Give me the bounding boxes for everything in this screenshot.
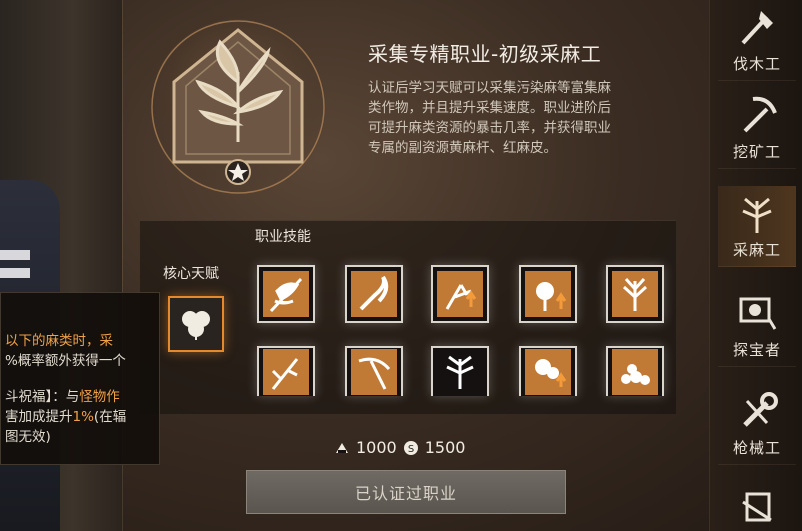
skill-slot[interactable]: [345, 346, 403, 396]
sidebar-tab-label: 伐木工: [732, 55, 781, 73]
scythe-icon: [351, 349, 397, 395]
svg-text:S: S: [408, 444, 414, 455]
tooltip-line: 以下的麻类时，采: [1, 331, 159, 351]
tooltip-text: (在辐: [93, 409, 127, 425]
skills-section-label: 职业技能: [255, 229, 311, 245]
skill-slot[interactable]: [257, 346, 315, 396]
sidebar-tab-label: 探宝者: [732, 341, 781, 359]
metal-detector-icon: [729, 286, 785, 339]
skill-slot[interactable]: [345, 265, 403, 323]
axe-icon: [729, 0, 785, 53]
tooltip-text: 以下的麻类时，采: [5, 333, 113, 349]
tooltip-line: 害加成提升1%(在辐: [1, 407, 159, 427]
blossom-upgrade-icon: [525, 349, 571, 395]
tooltip-highlight: 1%: [72, 409, 94, 425]
resource-amount: 1000: [356, 438, 397, 457]
jacket-stripe: [0, 268, 30, 278]
skill-slot[interactable]: [606, 346, 664, 396]
sidebar-tab-armorer[interactable]: [718, 476, 796, 531]
sidebar-tab-lumberjack[interactable]: 伐木工: [718, 0, 796, 81]
skill-slot[interactable]: [519, 265, 577, 323]
sidebar-tab-hemp-gatherer[interactable]: 采麻工: [718, 186, 796, 267]
description-line: 类作物，并且提升采集速度。职业进阶后: [368, 100, 611, 116]
hemp-stalk-icon: [263, 349, 309, 395]
tooltip-text: 斗祝福】：与: [5, 389, 80, 405]
coin-amount: 1500: [424, 438, 466, 457]
description-line: 认证后学习天赋可以采集污染麻等富集麻: [368, 80, 611, 96]
core-talent-label: 核心天赋: [163, 266, 219, 282]
sidebar-tab-label: 采麻工: [732, 241, 781, 259]
flower-upgrade-icon: [525, 271, 571, 317]
skill-slot[interactable]: [606, 265, 664, 323]
tooltip-line: 斗祝福】：与怪物作: [1, 387, 159, 407]
sidebar-tab-label: 枪械工: [732, 439, 781, 457]
sickle-icon: [351, 271, 397, 317]
sidebar-tab-label: 挖矿工: [732, 143, 781, 161]
skill-slot[interactable]: [519, 346, 577, 396]
tooltip-highlight: 怪物作: [79, 389, 120, 405]
armor-tool-icon: [729, 476, 785, 531]
clover-icon: [182, 311, 210, 340]
skill-slot[interactable]: [257, 265, 315, 323]
tooltip-text: 害加成提升: [5, 409, 73, 425]
ore-icon: [336, 442, 348, 453]
hemp-bundle-icon: [612, 271, 658, 317]
talent-tooltip: 以下的麻类时，采 %概率额外获得一个 斗祝福】：与怪物作 害加成提升1%(在辐 …: [0, 292, 160, 465]
coin-icon: S: [403, 440, 418, 455]
seed-pile-icon: [612, 349, 658, 395]
description-line: 可提升麻类资源的暴击几率，并获得职业: [368, 120, 611, 136]
hemp-upgrade-icon: [437, 271, 483, 317]
core-talent-slot[interactable]: [168, 296, 224, 352]
skill-slot[interactable]: [431, 265, 489, 323]
sidebar-tab-miner[interactable]: 挖矿工: [718, 88, 796, 169]
profession-description: 认证后学习天赋可以采集污染麻等富集麻 类作物，并且提升采集速度。职业进阶后 可提…: [368, 78, 686, 158]
sidebar-tab-treasure-hunter[interactable]: 探宝者: [718, 286, 796, 367]
tooltip-line: %概率额外获得一个: [5, 353, 126, 369]
profession-title: 采集专精职业-初级采麻工: [368, 42, 602, 66]
leaf-cluster-icon: [437, 349, 483, 395]
profession-sidebar: 伐木工 挖矿工 采麻工 探宝者 枪械工: [709, 0, 802, 531]
description-line: 专属的副资源黄麻杆、红麻皮。: [368, 140, 557, 156]
jacket-stripe: [0, 250, 30, 260]
pickaxe-icon: [729, 88, 785, 141]
profession-badge: [140, 12, 340, 202]
certification-cost: 1000 S 1500: [334, 438, 465, 457]
hemp-leaf-icon: [263, 271, 309, 317]
certified-button[interactable]: 已认证过职业: [246, 470, 566, 514]
skill-slot[interactable]: [431, 346, 489, 396]
hemp-icon: [729, 186, 785, 239]
tooltip-line: 图无效): [5, 429, 51, 445]
sidebar-tab-gunsmith[interactable]: 枪械工: [718, 384, 796, 465]
wrench-icon: [729, 384, 785, 437]
